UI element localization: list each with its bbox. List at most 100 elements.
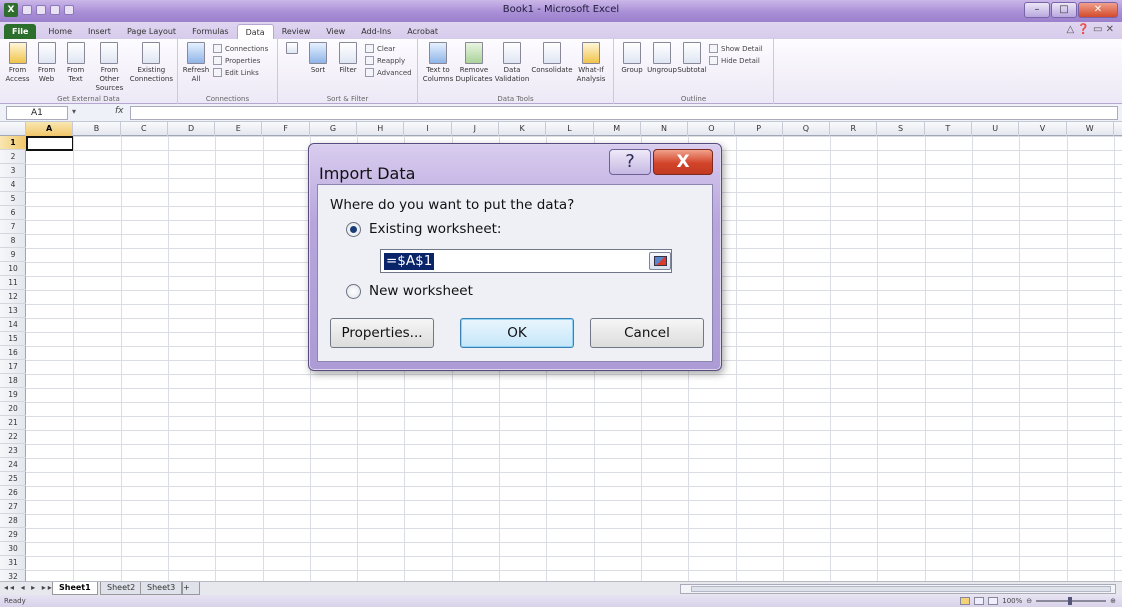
row-header-24[interactable]: 24 [0, 458, 26, 472]
row-header-9[interactable]: 9 [0, 248, 26, 262]
tab-insert[interactable]: Insert [80, 24, 119, 39]
column-header-u[interactable]: U [972, 122, 1020, 136]
scroll-thumb[interactable] [691, 586, 1111, 592]
column-header-s[interactable]: S [877, 122, 925, 136]
hide-detail-button[interactable]: Hide Detail [709, 56, 763, 65]
edit-links-button[interactable]: Edit Links [213, 68, 268, 77]
row-header-15[interactable]: 15 [0, 332, 26, 346]
row-header-12[interactable]: 12 [0, 290, 26, 304]
zoom-level[interactable]: 100% [1002, 595, 1022, 607]
column-header-e[interactable]: E [215, 122, 263, 136]
name-box-dropdown-icon[interactable]: ▾ [72, 107, 76, 116]
row-header-2[interactable]: 2 [0, 150, 26, 164]
active-cell[interactable] [26, 136, 74, 151]
what-if-analysis-button[interactable]: What-If Analysis [574, 42, 608, 84]
advanced-button[interactable]: Advanced [365, 68, 412, 77]
radio-unselected-icon[interactable] [346, 283, 361, 299]
consolidate-button[interactable]: Consolidate [531, 42, 573, 75]
column-header-r[interactable]: R [830, 122, 878, 136]
sheet-nav-buttons[interactable]: ◂◂ ◂ ▸ ▸▸ [4, 583, 54, 592]
row-header-11[interactable]: 11 [0, 276, 26, 290]
row-header-4[interactable]: 4 [0, 178, 26, 192]
column-header-g[interactable]: G [310, 122, 358, 136]
tab-data[interactable]: Data [236, 24, 274, 39]
column-header-l[interactable]: L [546, 122, 594, 136]
ungroup-button[interactable]: Ungroup [647, 42, 677, 75]
row-header-7[interactable]: 7 [0, 220, 26, 234]
existing-worksheet-radio[interactable]: Existing worksheet: [346, 221, 501, 237]
row-header-6[interactable]: 6 [0, 206, 26, 220]
column-header-k[interactable]: K [499, 122, 547, 136]
new-worksheet-radio[interactable]: New worksheet [346, 283, 473, 299]
column-header-c[interactable]: C [121, 122, 168, 136]
from-text-button[interactable]: From Text [62, 42, 89, 84]
select-all-corner[interactable] [0, 122, 26, 136]
ribbon-controls-icon[interactable]: △ ❓ ▭ ✕ [1066, 24, 1114, 35]
insert-function-icon[interactable]: fx [115, 106, 124, 116]
tab-view[interactable]: View [318, 24, 353, 39]
from-other-sources-button[interactable]: From Other Sources [91, 42, 128, 93]
row-header-26[interactable]: 26 [0, 486, 26, 500]
column-header-h[interactable]: H [357, 122, 405, 136]
row-header-3[interactable]: 3 [0, 164, 26, 178]
row-header-8[interactable]: 8 [0, 234, 26, 248]
show-detail-button[interactable]: Show Detail [709, 44, 763, 53]
minimize-button[interactable]: – [1024, 2, 1050, 18]
column-header-a[interactable]: A [26, 122, 74, 136]
tab-home[interactable]: Home [40, 24, 80, 39]
tab-acrobat[interactable]: Acrobat [399, 24, 446, 39]
zoom-slider-thumb[interactable] [1068, 597, 1073, 605]
sheet-tab-3[interactable]: Sheet3 [140, 582, 183, 595]
radio-selected-icon[interactable] [346, 221, 361, 237]
connections-button[interactable]: Connections [213, 44, 268, 53]
remove-duplicates-button[interactable]: Remove Duplicates [456, 42, 493, 84]
page-layout-view-icon[interactable] [974, 597, 985, 605]
from-web-button[interactable]: From Web [33, 42, 60, 84]
sort-az-button[interactable] [282, 42, 302, 56]
column-header-p[interactable]: P [736, 122, 783, 136]
tab-formulas[interactable]: Formulas [184, 24, 237, 39]
row-header-16[interactable]: 16 [0, 346, 26, 360]
range-input[interactable]: =$A$1 [380, 249, 672, 273]
zoom-slider[interactable] [1036, 597, 1107, 605]
row-header-17[interactable]: 17 [0, 360, 26, 374]
row-header-20[interactable]: 20 [0, 402, 26, 416]
collapse-dialog-button[interactable] [649, 252, 671, 270]
row-header-25[interactable]: 25 [0, 472, 26, 486]
row-header-19[interactable]: 19 [0, 388, 26, 402]
row-header-22[interactable]: 22 [0, 430, 26, 444]
column-header-f[interactable]: F [263, 122, 310, 136]
reapply-button[interactable]: Reapply [365, 56, 412, 65]
row-header-13[interactable]: 13 [0, 304, 26, 318]
row-header-5[interactable]: 5 [0, 192, 26, 206]
subtotal-button[interactable]: Subtotal [677, 42, 707, 75]
text-to-columns-button[interactable]: Text to Columns [422, 42, 454, 84]
sort-button[interactable]: Sort [304, 42, 332, 75]
column-header-j[interactable]: J [452, 122, 499, 136]
row-header-23[interactable]: 23 [0, 444, 26, 458]
sheet-tab-2[interactable]: Sheet2 [100, 582, 143, 595]
row-header-30[interactable]: 30 [0, 542, 26, 556]
column-header-i[interactable]: I [404, 122, 452, 136]
column-header-t[interactable]: T [925, 122, 972, 136]
tab-page-layout[interactable]: Page Layout [119, 24, 184, 39]
close-window-button[interactable]: ✕ [1078, 2, 1118, 18]
row-header-28[interactable]: 28 [0, 514, 26, 528]
insert-sheet-icon[interactable]: + [182, 582, 200, 595]
dialog-close-button[interactable]: X [653, 149, 713, 175]
from-access-button[interactable]: From Access [4, 42, 31, 84]
clear-button[interactable]: Clear [365, 44, 412, 53]
column-header-d[interactable]: D [168, 122, 216, 136]
row-header-31[interactable]: 31 [0, 556, 26, 570]
properties-ribbon-button[interactable]: Properties [213, 56, 268, 65]
page-break-view-icon[interactable] [988, 597, 999, 605]
column-header-v[interactable]: V [1019, 122, 1067, 136]
column-header-b[interactable]: B [73, 122, 121, 136]
zoom-out-icon[interactable]: ⊖ [1026, 595, 1032, 607]
row-header-18[interactable]: 18 [0, 374, 26, 388]
ok-button[interactable]: OK [460, 318, 574, 348]
tab-file[interactable]: File [4, 24, 37, 39]
row-header-1[interactable]: 1 [0, 136, 26, 150]
row-header-29[interactable]: 29 [0, 528, 26, 542]
row-header-21[interactable]: 21 [0, 416, 26, 430]
